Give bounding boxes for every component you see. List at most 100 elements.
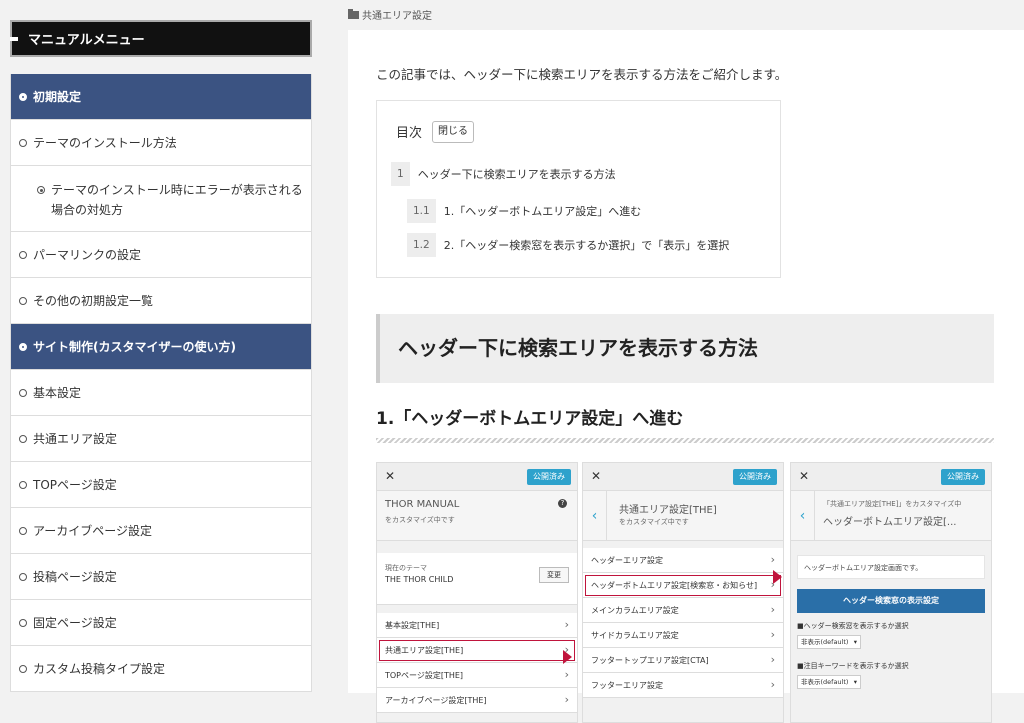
sidebar-item-label: その他の初期設定一覧 xyxy=(33,294,154,308)
article-body: この記事では、ヘッダー下に検索エリアを表示する方法をご紹介します。 目次 閉じる… xyxy=(348,30,1024,723)
folder-icon xyxy=(348,8,359,19)
toc-item[interactable]: 1.1 1.「ヘッダーボトムエリア設定」へ進む xyxy=(407,199,641,223)
row-label: フッタートップエリア設定[CTA] xyxy=(591,655,709,665)
customizer-row[interactable]: サイドカラムエリア設定 › xyxy=(583,623,783,648)
sidebar-item-basic[interactable]: 基本設定 xyxy=(11,370,311,416)
toc-item[interactable]: 1.2 2.「ヘッダー検索窓を表示するか選択」で「表示」を選択 xyxy=(407,233,729,257)
sidebar-menu-title: マニュアルメニュー xyxy=(10,20,312,57)
help-icon: ? xyxy=(558,499,567,508)
sidebar-item-label: TOPページ設定 xyxy=(33,478,117,492)
close-icon: ✕ xyxy=(799,469,810,483)
toc-link[interactable]: 2.「ヘッダー検索窓を表示するか選択」で「表示」を選択 xyxy=(444,237,730,253)
pointer-arrow-icon xyxy=(563,650,572,664)
toc-item[interactable]: 1 ヘッダー下に検索エリアを表示する方法 xyxy=(391,162,616,186)
customizer-row[interactable]: フッターエリア設定 › xyxy=(583,673,783,698)
saved-badge: 公開済み xyxy=(527,469,571,485)
toc-number: 1 xyxy=(391,162,410,186)
option-label: ■ヘッダー検索窓を表示するか選択 xyxy=(797,622,909,630)
breadcrumb-label[interactable]: 共通エリア設定 xyxy=(362,7,432,22)
row-label: 基本設定[THE] xyxy=(385,620,440,630)
back-chevron-icon[interactable]: ‹ xyxy=(583,491,607,541)
sidebar-item-common-area[interactable]: 共通エリア設定 xyxy=(11,416,311,462)
circle-icon xyxy=(19,664,27,673)
chevron-right-icon: › xyxy=(770,603,775,616)
row-label: サイドカラムエリア設定 xyxy=(591,630,679,640)
screenshot-header-bottom: ✕ 公開済み ‹ 「共通エリア設定[THE]」をカスタマイズ中 ヘッダーボトムエリ… xyxy=(790,462,992,723)
saved-badge: 公開済み xyxy=(733,469,777,485)
sidebar-item-install-error[interactable]: テーマのインストール時にエラーが表示される場合の対処方 xyxy=(11,166,311,232)
chevron-right-icon: › xyxy=(770,653,775,666)
sidebar-item-archive-page[interactable]: アーカイブページ設定 xyxy=(11,508,311,554)
customizer-row[interactable]: TOPページ設定[THE] › xyxy=(377,663,577,688)
sidebar-item-label: テーマのインストール時にエラーが表示される場合の対処方 xyxy=(51,183,303,217)
change-theme-button[interactable]: 変更 xyxy=(539,567,569,583)
toc-number: 1.2 xyxy=(407,233,436,257)
site-title: THOR MANUAL xyxy=(385,499,460,510)
customizer-row[interactable]: 基本設定[THE] › xyxy=(377,613,577,638)
chevron-right-icon: › xyxy=(564,618,569,631)
toc-link[interactable]: 1.「ヘッダーボトムエリア設定」へ進む xyxy=(444,203,642,219)
row-label: フッターエリア設定 xyxy=(591,680,663,690)
chevron-right-icon: › xyxy=(770,678,775,691)
row-label: ヘッダーボトムエリア設定[検索窓・お知らせ] xyxy=(591,580,758,590)
sidebar-item-top-page[interactable]: TOPページ設定 xyxy=(11,462,311,508)
sidebar-category-initial-settings[interactable]: 初期設定 xyxy=(11,74,311,120)
customizer-row-highlighted[interactable]: 共通エリア設定[THE] › xyxy=(377,638,577,663)
circle-icon xyxy=(19,138,27,147)
sidebar-item-custom-post[interactable]: カスタム投稿タイプ設定 xyxy=(11,646,311,692)
toc-link[interactable]: ヘッダー下に検索エリアを表示する方法 xyxy=(418,166,616,182)
customizing-crumb: 「共通エリア設定[THE]」をカスタマイズ中 xyxy=(823,500,962,508)
toc-title: 目次 xyxy=(396,126,423,141)
select-value: 非表示(default) xyxy=(801,638,849,646)
customizer-row[interactable]: メインカラムエリア設定 › xyxy=(583,598,783,623)
select-value: 非表示(default) xyxy=(801,678,849,686)
saved-badge: 公開済み xyxy=(941,469,985,485)
caret-down-icon: ▾ xyxy=(853,678,857,686)
sidebar-item-label: 初期設定 xyxy=(33,90,82,104)
pointer-arrow-icon xyxy=(773,570,782,584)
circle-icon xyxy=(19,434,27,443)
caret-down-icon: ▾ xyxy=(853,638,857,646)
back-chevron-icon[interactable]: ‹ xyxy=(791,491,815,541)
breadcrumb[interactable]: 共通エリア設定 xyxy=(348,7,432,22)
circle-icon xyxy=(19,618,27,627)
customizer-row[interactable]: アーカイブページ設定[THE] › xyxy=(377,688,577,713)
toc-toggle-button[interactable]: 閉じる xyxy=(432,121,474,143)
sidebar-item-label: 固定ページ設定 xyxy=(33,616,117,630)
customizer-row-highlighted[interactable]: ヘッダーボトムエリア設定[検索窓・お知らせ] › xyxy=(583,573,783,598)
section-description: ヘッダーボトムエリア設定画面です。 xyxy=(797,555,985,579)
customizing-note: をカスタマイズ中です xyxy=(619,518,689,526)
current-theme-box: 現在のテーマ THE THOR CHILD 変更 xyxy=(377,553,577,605)
bullet-icon xyxy=(19,342,27,351)
sidebar-item-post-page[interactable]: 投稿ページ設定 xyxy=(11,554,311,600)
sidebar-category-site-building[interactable]: サイト制作(カスタマイザーの使い方) xyxy=(11,324,311,370)
bullet-icon xyxy=(19,92,27,101)
sidebar-item-permalink[interactable]: パーマリンクの設定 xyxy=(11,232,311,278)
chevron-right-icon: › xyxy=(564,668,569,681)
sidebar-item-theme-install[interactable]: テーマのインストール方法 xyxy=(11,120,311,166)
theme-name: THE THOR CHILD xyxy=(385,575,454,584)
row-label: アーカイブページ設定[THE] xyxy=(385,695,487,705)
sidebar-item-label: 投稿ページ設定 xyxy=(33,570,117,584)
keyword-select[interactable]: 非表示(default) ▾ xyxy=(797,675,861,689)
chevron-right-icon: › xyxy=(770,553,775,566)
circle-icon xyxy=(19,250,27,259)
customizer-row[interactable]: フッタートップエリア設定[CTA] › xyxy=(583,648,783,673)
sidebar-item-other-initial[interactable]: その他の初期設定一覧 xyxy=(11,278,311,324)
screenshot-common-area: ✕ 公開済み ‹ 共通エリア設定[THE] をカスタマイズ中です ヘッダーエリア設… xyxy=(582,462,784,723)
sidebar-item-label: テーマのインストール方法 xyxy=(33,136,177,150)
screenshot-customizer-main: ✕ 公開済み THOR MANUAL をカスタマイズ中です ? 現在のテーマ TH… xyxy=(376,462,578,723)
sidebar-item-fixed-page[interactable]: 固定ページ設定 xyxy=(11,600,311,646)
radio-dot-icon xyxy=(37,186,45,194)
section-title: 共通エリア設定[THE] xyxy=(619,505,717,516)
search-box-settings-button[interactable]: ヘッダー検索窓の表示設定 xyxy=(797,589,985,613)
customizing-note: をカスタマイズ中です xyxy=(385,516,455,524)
search-box-select[interactable]: 非表示(default) ▾ xyxy=(797,635,861,649)
row-label: TOPページ設定[THE] xyxy=(385,670,464,680)
row-label: 共通エリア設定[THE] xyxy=(385,645,464,655)
circle-icon xyxy=(19,526,27,535)
close-icon: ✕ xyxy=(385,469,396,483)
theme-label: 現在のテーマ xyxy=(385,564,427,572)
customizer-row[interactable]: ヘッダーエリア設定 › xyxy=(583,548,783,573)
chevron-right-icon: › xyxy=(770,628,775,641)
